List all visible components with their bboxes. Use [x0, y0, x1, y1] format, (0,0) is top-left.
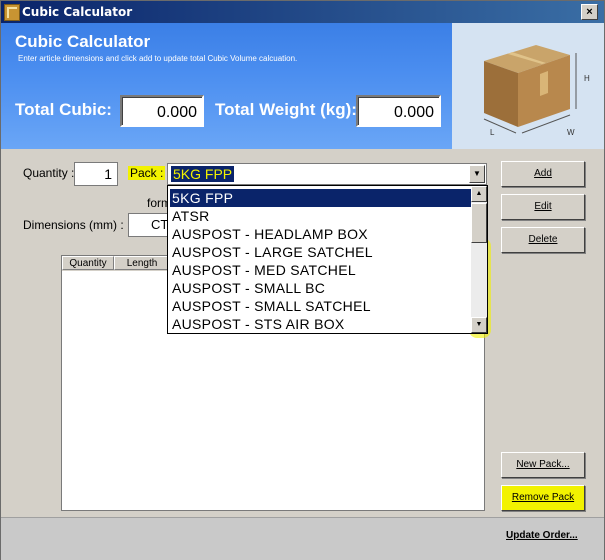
edit-button[interactable]: Edit	[501, 194, 585, 220]
new-pack-button[interactable]: New Pack...	[501, 452, 585, 478]
dimensions-label: Dimensions (mm) :	[23, 218, 124, 232]
title-bar[interactable]: Cubic Calculator ×	[1, 1, 604, 23]
header-title: Cubic Calculator	[15, 32, 151, 51]
remove-pack-button[interactable]: Remove Pack	[501, 485, 585, 511]
pack-selected-value: 5KG FPP	[171, 166, 235, 182]
total-weight-field[interactable]: 0.000	[356, 95, 441, 127]
list-item[interactable]: AUSPOST - LARGE SATCHEL	[170, 243, 471, 261]
list-item[interactable]: AUSPOST - STS AIR BOX	[170, 315, 471, 333]
column-header-quantity[interactable]: Quantity	[62, 256, 114, 270]
pack-select[interactable]: 5KG FPP ▼	[167, 163, 487, 185]
list-item[interactable]: AUSPOST - SMALL BC	[170, 279, 471, 297]
box-illustration: H L W	[452, 23, 604, 149]
header-panel: Cubic Calculator Enter article dimension…	[1, 23, 452, 149]
list-item[interactable]: ATSR	[170, 207, 471, 225]
update-order-button[interactable]: Update Order...	[506, 530, 578, 541]
total-cubic-field[interactable]: 0.000	[120, 95, 204, 127]
total-weight-label: Total Weight (kg):	[215, 100, 357, 119]
quantity-input[interactable]: 1	[74, 162, 118, 186]
app-icon	[4, 4, 20, 21]
cubic-calculator-window: Cubic Calculator × Cubic Calculator Ente…	[0, 0, 605, 560]
header-subtitle: Enter article dimensions and click add t…	[18, 54, 298, 63]
cardboard-box-icon: H L W	[452, 23, 604, 149]
quantity-label: Quantity :	[23, 166, 75, 180]
list-item[interactable]: AUSPOST - MED SATCHEL	[170, 261, 471, 279]
window-title: Cubic Calculator	[22, 5, 133, 19]
height-label: H	[584, 74, 590, 83]
table-header: Quantity Length	[62, 256, 170, 271]
width-label: W	[567, 128, 575, 137]
pack-label: Pack :	[128, 166, 166, 180]
list-item[interactable]: AUSPOST - HEADLAMP BOX	[170, 225, 471, 243]
dropdown-scrollbar[interactable]: ▲ ▼	[471, 186, 487, 333]
scroll-down-icon[interactable]: ▼	[471, 317, 487, 333]
delete-button[interactable]: Delete	[501, 227, 585, 253]
pack-dropdown-list[interactable]: 5KG FPP ATSR AUSPOST - HEADLAMP BOX AUSP…	[167, 185, 488, 334]
length-label: L	[490, 128, 495, 137]
add-button[interactable]: Add	[501, 161, 585, 187]
dimension-field[interactable]: CT	[128, 213, 172, 237]
list-item[interactable]: AUSPOST - SMALL SATCHEL	[170, 297, 471, 315]
scrollbar-thumb[interactable]	[471, 203, 487, 243]
total-cubic-label: Total Cubic:	[15, 100, 112, 119]
list-item[interactable]: 5KG FPP	[170, 189, 471, 207]
chevron-down-icon[interactable]: ▼	[469, 165, 485, 183]
column-header-length[interactable]: Length	[114, 256, 170, 270]
close-button[interactable]: ×	[581, 4, 598, 20]
scroll-up-icon[interactable]: ▲	[471, 186, 487, 202]
